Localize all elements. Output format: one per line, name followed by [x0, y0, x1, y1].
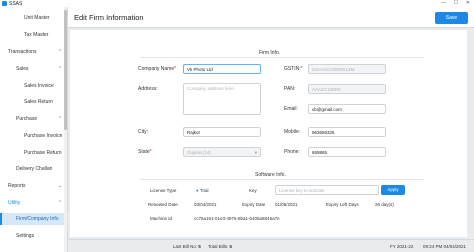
license-type-label: License Type [150, 188, 177, 193]
city-label: City: [138, 129, 148, 135]
page-header: Edit Firm Information Save [68, 7, 474, 28]
expiry-date-label: Expiry Date [242, 202, 266, 207]
sidebar-item-label: Utility [8, 200, 21, 206]
sidebar-item-settings[interactable]: Settings [0, 230, 68, 242]
sidebar-item-purchase-invoice[interactable]: Purchase Invoice [0, 130, 68, 142]
sidebar-item-label: Purchase [16, 116, 38, 122]
chevron-down-icon: ⌄ [57, 182, 62, 189]
sidebar-item-label: Reports [8, 183, 26, 189]
email-label: Email: [284, 106, 298, 112]
total-bills-status: Total Bills: 5 [208, 244, 233, 249]
sidebar-item-utility[interactable]: Utility ⌃ [0, 197, 68, 209]
sidebar-item-sales[interactable]: Sales ⌃ [0, 63, 68, 75]
page-title: Edit Firm Information [74, 13, 144, 22]
sidebar-item-label: Purchase Return [24, 150, 62, 156]
machine-id-value: cc76a161-01e3-4976-9ba1-b405a5845a7e [194, 216, 280, 221]
main-content: Firm Info. Company Name* Vk Photo Ltd GS… [68, 28, 474, 239]
status-bar: Last Bill No: 5 Total Bills: 5 FY 2021-2… [68, 239, 474, 252]
app-name: SSAS [9, 0, 23, 7]
sidebar-item-transactions[interactable]: Transactions ⌃ [0, 46, 68, 58]
last-bill-status: Last Bill No: 5 [173, 244, 201, 249]
chevron-down-icon: ▾ [254, 149, 257, 155]
state-label: State* [138, 149, 152, 155]
sidebar-item-purchase[interactable]: Purchase ⌃ [0, 113, 68, 125]
status-datetime: 09:24 PM 04/04/2021 [423, 244, 467, 249]
financial-year: FY 2021-22 [390, 244, 414, 249]
phone-label: Phone: [284, 149, 300, 155]
phone-field[interactable]: 659865 [308, 147, 386, 157]
sidebar-item-sales-invoice[interactable]: Sales Invoice [0, 80, 68, 92]
sidebar-scrollbar[interactable] [64, 7, 67, 252]
divider [140, 57, 424, 58]
sidebar-item-reports[interactable]: Reports ⌄ [0, 180, 68, 192]
sidebar-item-label: Firm/Company Info [16, 216, 59, 222]
expiry-left-days-label: Expiry Left Days [326, 202, 359, 207]
sidebar-item-label: Sales Invoice [24, 83, 54, 89]
chevron-up-icon: ⌃ [57, 199, 62, 206]
email-field[interactable]: vb@gmail.com [308, 104, 386, 114]
chevron-up-icon: ⌃ [57, 48, 62, 55]
sidebar-item-firm-company-info[interactable]: Firm/Company Info [0, 213, 68, 225]
app-logo-icon [2, 1, 7, 6]
sidebar-item-unit-master[interactable]: Unit Master [0, 12, 68, 24]
renewed-date-value: 03/04/2021 [194, 202, 217, 207]
software-info-section-title: Software Info. [255, 172, 286, 178]
sidebar-item-delivery-challan[interactable]: Delivery Challan [0, 163, 68, 175]
state-select[interactable]: Gujarat (24) ▾ [183, 147, 261, 157]
chevron-up-icon: ⌃ [57, 115, 62, 122]
sidebar-item-label: Purchase Invoice [24, 133, 63, 139]
pan-field: AAACC1000X [308, 84, 386, 94]
chevron-up-icon: ⌃ [57, 65, 62, 72]
scrollbar-thumb[interactable] [64, 10, 67, 130]
sidebar-item-purchase-return[interactable]: Purchase Return [0, 147, 68, 159]
expiry-date-value: 01/05/2021 [275, 202, 298, 207]
renewed-date-label: Renewed Date [148, 202, 178, 207]
expiry-left-days-value: 26 day(s) [375, 202, 394, 207]
close-icon[interactable]: ✕ [466, 0, 470, 6]
city-field[interactable]: Rajkot [183, 127, 261, 137]
sidebar-item-sales-return[interactable]: Sales Return [0, 96, 68, 108]
address-field[interactable]: Company address here [183, 83, 261, 115]
sidebar-item-label: Sales [16, 66, 29, 72]
license-type-value: ● Trial [196, 188, 209, 193]
machine-id-label: Machine Id [150, 216, 173, 221]
divider [140, 179, 424, 180]
key-label: Key [249, 188, 257, 193]
firm-info-card: Firm Info. Company Name* Vk Photo Ltd GS… [70, 30, 467, 237]
state-value: Gujarat (24) [187, 150, 212, 155]
sidebar-item-label: Tax Master [24, 32, 49, 38]
mobile-label: Mobile: [284, 129, 301, 135]
maximize-icon[interactable]: ☐ [454, 0, 458, 6]
active-indicator [0, 213, 2, 225]
sidebar-item-label: Sales Return [24, 99, 53, 105]
gstin-field: 24AAACC0000X1ZM [308, 64, 386, 74]
mobile-field[interactable]: 963656325 [308, 127, 386, 137]
sidebar-item-label: Unit Master [24, 15, 50, 21]
sidebar-item-label: Transactions [8, 49, 37, 55]
company-name-label: Company Name* [138, 66, 177, 72]
sidebar-item-label: Settings [16, 233, 35, 239]
sidebar-item-label: Delivery Challan [16, 166, 53, 172]
license-key-field[interactable]: License key to activate [275, 185, 379, 195]
save-button[interactable]: Save [435, 12, 468, 24]
apply-button[interactable]: Apply [381, 185, 405, 195]
company-name-field[interactable]: Vk Photo Ltd [183, 64, 261, 74]
window-titlebar: SSAS — ☐ ✕ [0, 0, 474, 7]
minimize-icon[interactable]: — [441, 0, 446, 6]
gstin-label: GSTIN:* [284, 66, 303, 72]
pan-label: PAN: [284, 86, 296, 92]
firm-info-section-title: Firm Info. [259, 50, 281, 56]
sidebar: Unit Master Tax Master Transactions ⌃ Sa… [0, 7, 68, 252]
address-label: Address: [138, 86, 158, 92]
sidebar-item-tax-master[interactable]: Tax Master [0, 29, 68, 41]
